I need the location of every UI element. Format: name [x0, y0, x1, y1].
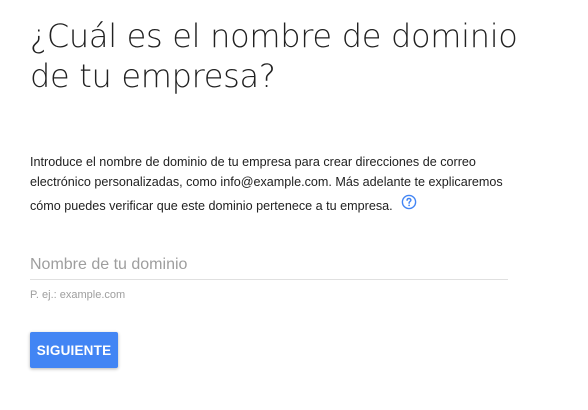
description: Introduce el nombre de dominio de tu emp…: [30, 152, 510, 216]
page-title: ¿Cuál es el nombre de dominio de tu empr…: [30, 16, 530, 96]
domain-setup-page: ¿Cuál es el nombre de dominio de tu empr…: [30, 16, 550, 368]
page-title-line-1: ¿Cuál es el nombre de dominio: [30, 17, 518, 55]
domain-field: P. ej.: example.com: [30, 256, 508, 301]
help-circle-icon[interactable]: [401, 194, 417, 210]
next-button[interactable]: SIGUIENTE: [30, 332, 118, 368]
domain-hint: P. ej.: example.com: [30, 289, 126, 301]
page-title-line-2: de tu empresa?: [30, 57, 276, 95]
description-text: Introduce el nombre de dominio de tu emp…: [30, 155, 503, 213]
domain-name-input[interactable]: [30, 256, 508, 280]
